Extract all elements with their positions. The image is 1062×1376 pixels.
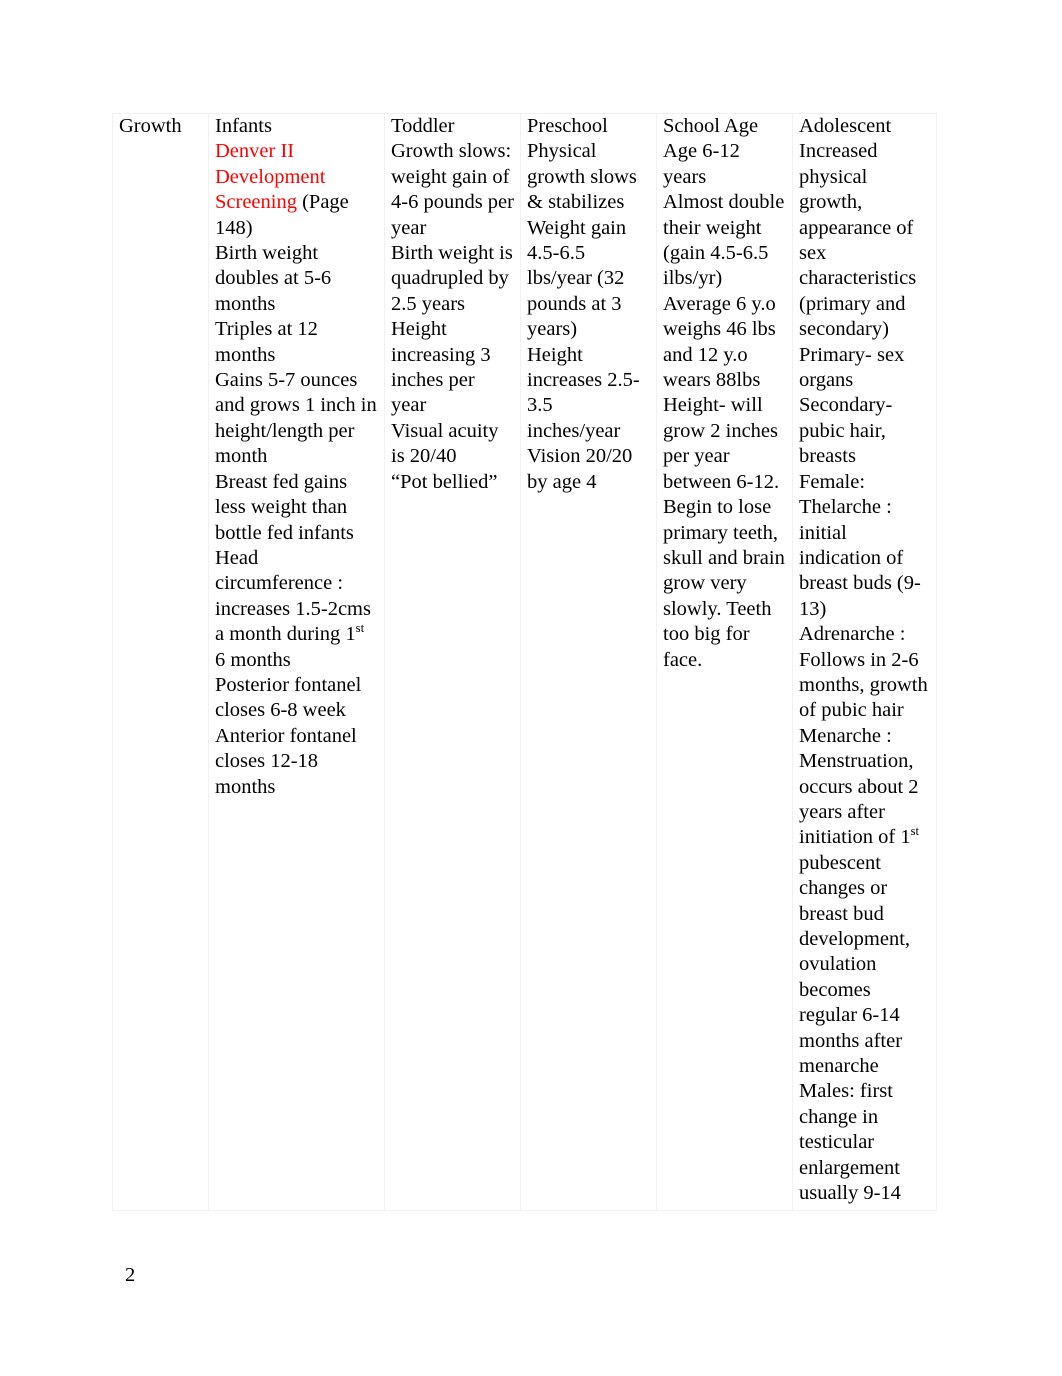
infants-line-3: Gains 5-7 ounces and grows 1 inch in hei… <box>215 369 377 468</box>
infants-line-5-pre: Head circumference : increases 1.5-2cms … <box>215 546 371 646</box>
document-page: Growth Infants Denver II Development Scr… <box>0 0 1062 1376</box>
preschool-line-3: Height increases 2.5-3.5 inches/year <box>527 343 640 442</box>
cell-adolescent: Adolescent Increased physical growth, ap… <box>792 112 937 1212</box>
infants-line-6: Posterior fontanel closes 6-8 week <box>215 673 362 722</box>
column-header-infants: Infants <box>215 115 272 137</box>
infants-line-2: Triples at 12 months <box>215 318 318 366</box>
toddler-line-2: Birth weight is quadrupled by 2.5 years <box>391 242 513 315</box>
adolescent-line-4: Female: Thelarche : initial indication o… <box>799 470 921 620</box>
adolescent-line-6: Menarche : Menstruation, occurs about 2 … <box>799 724 930 1080</box>
cell-school-age: School Age Age 6-12 years Almost double … <box>656 112 793 1212</box>
school-age-line-3: Average 6 y.o weighs 46 lbs and 12 y.o w… <box>663 292 776 392</box>
adolescent-line-6-pre: Menarche : Menstruation, occurs about 2 … <box>799 724 919 849</box>
column-header-toddler: Toddler <box>391 115 455 137</box>
adolescent-line-2: Primary- sex organs <box>799 343 905 392</box>
adolescent-line-7: Males: first change in testicular enlarg… <box>799 1080 901 1205</box>
adolescent-line-5: Adrenarche : Follows in 2-6 months, grow… <box>799 623 928 722</box>
school-age-line-4: Height- will grow 2 inches per year betw… <box>663 394 780 493</box>
infants-line-5: Head circumference : increases 1.5-2cms … <box>215 546 378 673</box>
table-row: Growth Infants Denver II Development Scr… <box>112 112 937 1212</box>
cell-infants: Infants Denver II Development Screening … <box>208 112 385 1212</box>
column-header-school-age: School Age <box>663 115 759 137</box>
row-label-growth: Growth <box>112 112 209 1212</box>
infants-line-1: Birth weight doubles at 5-6 months <box>215 242 332 315</box>
infants-line-7: Anterior fontanel closes 12-18 months <box>215 724 357 798</box>
preschool-line-4: Vision 20/20 by age 4 <box>527 445 633 493</box>
infants-line-5-post: 6 months <box>215 648 291 671</box>
adolescent-line-3: Secondary- pubic hair, breasts <box>799 394 893 468</box>
infants-line-4: Breast fed gains less weight than bottle… <box>215 470 354 544</box>
school-age-line-2: Almost double their weight (gain 4.5-6.5… <box>663 191 785 290</box>
toddler-line-5: “Pot bellied” <box>391 470 498 493</box>
toddler-line-4: Visual acuity is 20/40 <box>391 419 499 468</box>
page-number: 2 <box>125 1264 136 1286</box>
adolescent-line-6-ordinal-suffix: st <box>910 824 920 839</box>
infants-line-5-ordinal-suffix: st <box>355 621 365 636</box>
cell-preschool: Preschool Physical growth slows & stabil… <box>520 112 657 1212</box>
toddler-line-3: Height increasing 3 inches per year <box>391 318 491 417</box>
growth-table-container: Growth Infants Denver II Development Scr… <box>112 112 937 1212</box>
adolescent-line-6-post: pubescent changes or breast bud developm… <box>799 851 911 1078</box>
school-age-line-5: Begin to lose primary teeth, skull and b… <box>663 496 785 671</box>
cell-toddler: Toddler Growth slows: weight gain of 4-6… <box>384 112 521 1212</box>
row-label-text: Growth <box>119 115 182 137</box>
column-header-adolescent: Adolescent <box>799 115 892 137</box>
infants-highlight-line: Denver II Development Screening (Page 14… <box>215 139 378 241</box>
toddler-line-1: Growth slows: weight gain of 4-6 pounds … <box>391 140 514 239</box>
preschool-line-1: Physical growth slows & stabilizes <box>527 140 637 214</box>
adolescent-line-1: Increased physical growth, appearance of… <box>799 140 917 341</box>
preschool-line-2: Weight gain 4.5-6.5 lbs/year (32 pounds … <box>527 216 627 341</box>
school-age-line-1: Age 6-12 years <box>663 140 740 188</box>
growth-development-table: Growth Infants Denver II Development Scr… <box>112 112 937 1212</box>
column-header-preschool: Preschool <box>527 115 608 137</box>
